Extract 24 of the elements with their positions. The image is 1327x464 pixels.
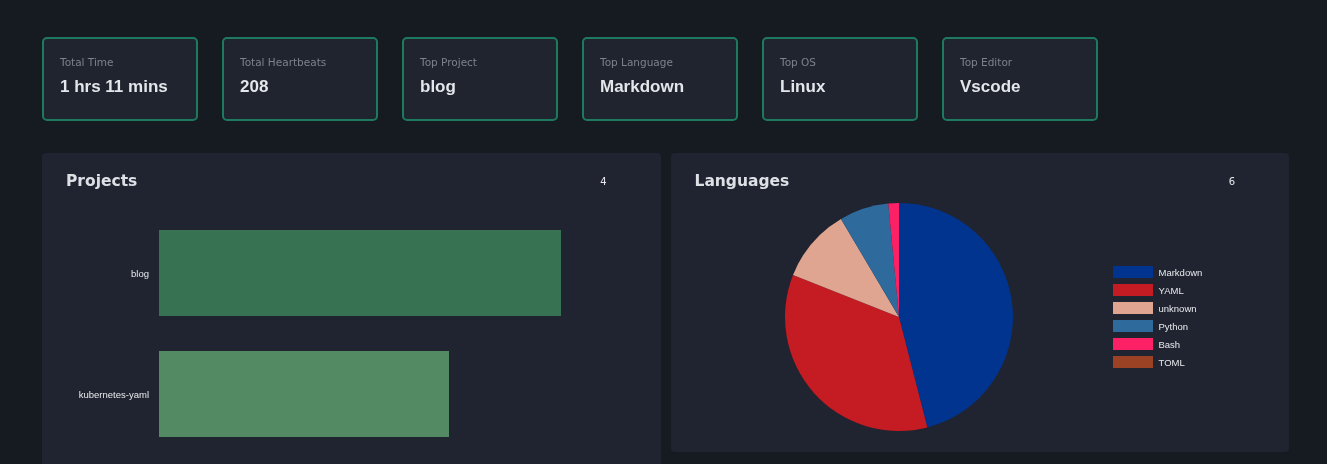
stat-label: Total Heartbeats bbox=[240, 56, 328, 68]
legend-label: YAML bbox=[1158, 284, 1184, 296]
stat-value: 208 bbox=[240, 77, 269, 97]
stat-value: Vscode bbox=[960, 77, 1021, 97]
bar-label: blog bbox=[130, 267, 149, 279]
card-count: 4 bbox=[600, 175, 607, 187]
stat-label: Top OS bbox=[780, 56, 817, 68]
stat-value: 1 hrs 11 mins bbox=[60, 77, 168, 97]
card-title: Languages bbox=[694, 172, 790, 190]
legend-label: TOML bbox=[1158, 356, 1185, 368]
stat-label: Total Time bbox=[60, 56, 115, 68]
legend-label: unknown bbox=[1158, 302, 1197, 314]
card-title: Projects bbox=[66, 172, 138, 190]
stat-value: Markdown bbox=[600, 77, 685, 97]
bar-label: kubernetes-yaml bbox=[77, 388, 149, 400]
legend-label: Bash bbox=[1158, 338, 1181, 350]
stat-label: Top Project bbox=[420, 56, 478, 68]
legend-label: Python bbox=[1158, 320, 1189, 332]
stat-value: Linux bbox=[780, 77, 826, 97]
stat-label: Top Editor bbox=[960, 56, 1014, 68]
stat-value: blog bbox=[420, 77, 456, 97]
legend-label: Markdown bbox=[1158, 266, 1203, 278]
stat-label: Top Language bbox=[600, 56, 674, 68]
card-count: 6 bbox=[1228, 175, 1235, 187]
